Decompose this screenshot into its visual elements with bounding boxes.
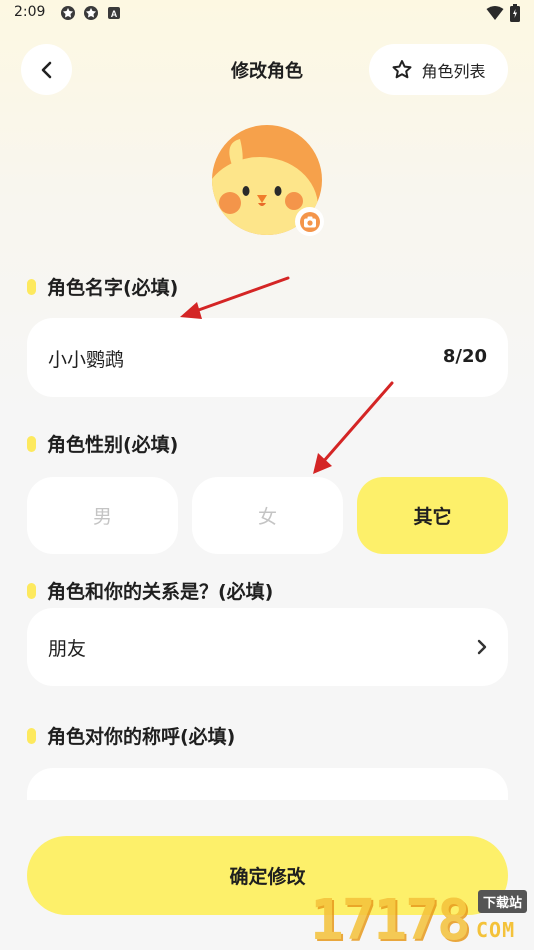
watermark-com: COM [476, 918, 516, 942]
status-icons-left: A [60, 5, 122, 21]
name-char-count: 8/20 [442, 346, 487, 367]
gender-option-other[interactable]: 其它 [357, 477, 508, 554]
callname-section-label: 角色对你的称呼(必填) [27, 722, 235, 749]
callname-label: 角色对你的称呼(必填) [47, 726, 236, 748]
watermark-tag: 下载站 [478, 890, 528, 913]
avatar[interactable] [212, 125, 324, 236]
gender-option-female[interactable]: 女 [192, 477, 343, 554]
relation-section-label: 角色和你的关系是？(必填) [27, 577, 273, 604]
star-outline-icon [392, 59, 412, 78]
camera-badge[interactable] [295, 207, 324, 236]
status-time: 2:09 [14, 4, 46, 20]
camera-icon [299, 211, 320, 232]
settings-gear-icon [61, 6, 75, 20]
wifi-icon [486, 6, 504, 20]
settings-gear-icon [84, 6, 98, 20]
role-list-label: 角色列表 [421, 61, 486, 81]
annotation-arrow [180, 276, 290, 319]
svg-text:A: A [111, 9, 118, 19]
gender-section-label: 角色性别(必填) [27, 430, 178, 457]
name-input[interactable]: 小小鹦鹉 8/20 [27, 318, 508, 397]
watermark-logo: 17178 下载站 COM [310, 884, 534, 950]
section-marker [27, 278, 36, 295]
role-list-button[interactable]: 角色列表 [369, 44, 508, 95]
watermark-digits: 17178 [310, 888, 471, 950]
gender-option-male[interactable]: 男 [27, 477, 178, 554]
relation-value: 朋友 [48, 638, 87, 660]
name-label: 角色名字(必填) [47, 277, 179, 299]
gender-label: 角色性别(必填) [47, 434, 179, 456]
status-bar: 2:09 A [0, 0, 534, 28]
section-marker [27, 727, 36, 744]
relation-label: 角色和你的关系是？(必填) [47, 581, 274, 603]
status-icons-right [486, 4, 520, 22]
chevron-right-icon [477, 639, 487, 655]
section-marker [27, 582, 36, 599]
section-marker [27, 435, 36, 452]
a-letter-icon: A [108, 7, 120, 19]
battery-icon [510, 4, 520, 22]
name-value: 小小鹦鹉 [48, 349, 125, 371]
name-section-label: 角色名字(必填) [27, 273, 178, 300]
relation-select[interactable]: 朋友 [27, 608, 508, 686]
